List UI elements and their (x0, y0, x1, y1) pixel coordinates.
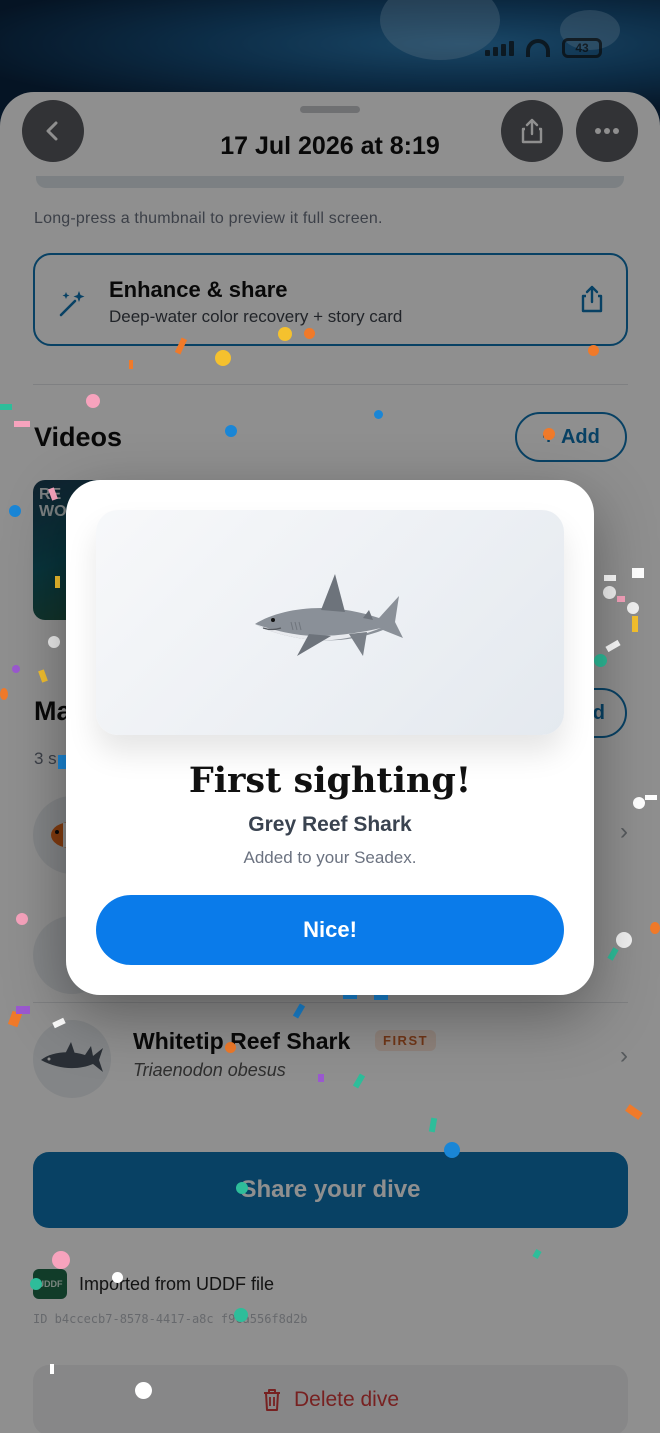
dialog-subtitle: Added to your Seadex. (243, 848, 417, 867)
dialog-headline: First sighting! (188, 760, 472, 801)
grey-reef-shark-illustration (255, 574, 403, 656)
nice-button[interactable]: Nice! (96, 895, 564, 965)
first-sighting-dialog: First sighting! Grey Reef Shark Added to… (66, 480, 594, 995)
species-image-card (96, 510, 564, 735)
dialog-species-name: Grey Reef Shark (248, 813, 412, 836)
